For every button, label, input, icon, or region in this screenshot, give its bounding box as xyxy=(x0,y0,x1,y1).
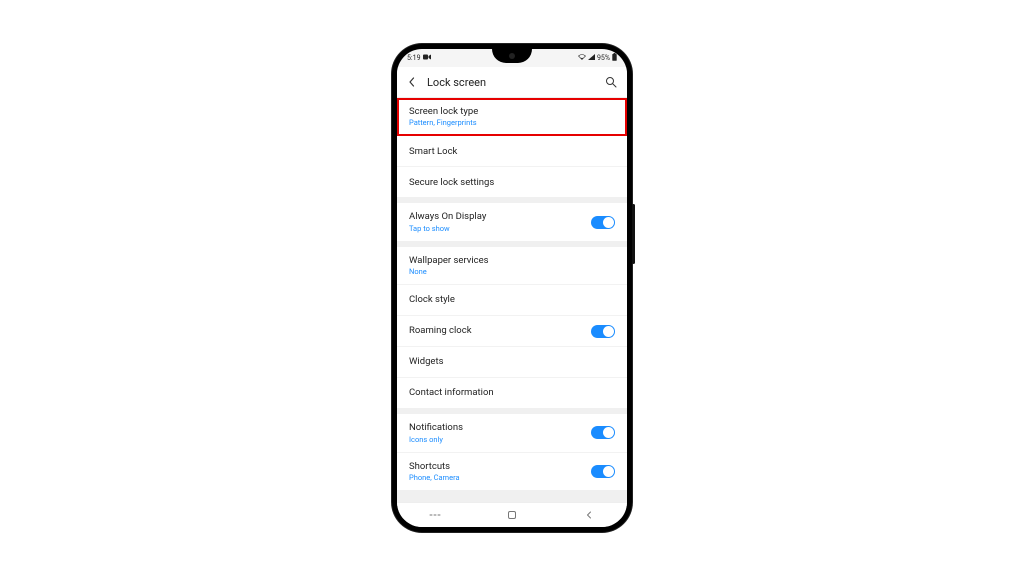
toggle-notifications[interactable] xyxy=(591,426,615,439)
group-display: Wallpaper services None Clock style Roam… xyxy=(397,247,627,408)
row-subtitle: Phone, Camera xyxy=(409,473,591,482)
row-title: Clock style xyxy=(409,294,615,305)
group-bottom: Notifications Icons only Shortcuts Phone… xyxy=(397,414,627,490)
row-title: Contact information xyxy=(409,387,615,398)
row-notifications[interactable]: Notifications Icons only xyxy=(397,414,627,452)
status-battery-pct: 95% xyxy=(597,54,610,62)
phone-frame: 5:19 95% xyxy=(392,44,632,532)
row-shortcuts[interactable]: Shortcuts Phone, Camera xyxy=(397,453,627,490)
row-secure-lock-settings[interactable]: Secure lock settings xyxy=(397,167,627,197)
stage: 5:19 95% xyxy=(0,0,1024,576)
wifi-icon xyxy=(578,54,586,62)
toggle-roaming-clock[interactable] xyxy=(591,325,615,338)
status-time: 5:19 xyxy=(407,54,421,62)
video-icon xyxy=(423,54,431,62)
row-title: Secure lock settings xyxy=(409,177,615,188)
row-title: Notifications xyxy=(409,422,591,433)
nav-back[interactable] xyxy=(574,510,604,520)
signal-icon xyxy=(588,54,595,62)
settings-list: Screen lock type Pattern, Fingerprints S… xyxy=(397,98,627,502)
row-title: Screen lock type xyxy=(409,106,615,117)
nav-home[interactable] xyxy=(497,509,527,521)
row-subtitle: Pattern, Fingerprints xyxy=(409,118,615,127)
row-title: Widgets xyxy=(409,356,615,367)
group-aod: Always On Display Tap to show xyxy=(397,203,627,240)
row-subtitle: Icons only xyxy=(409,435,591,444)
header-title: Lock screen xyxy=(427,76,595,89)
row-title: Smart Lock xyxy=(409,146,615,157)
row-clock-style[interactable]: Clock style xyxy=(397,285,627,316)
row-always-on-display[interactable]: Always On Display Tap to show xyxy=(397,203,627,240)
toggle-shortcuts[interactable] xyxy=(591,465,615,478)
row-smart-lock[interactable]: Smart Lock xyxy=(397,136,627,167)
row-subtitle: None xyxy=(409,267,615,276)
phone-screen: 5:19 95% xyxy=(397,49,627,527)
row-subtitle: Tap to show xyxy=(409,224,591,233)
row-title: Shortcuts xyxy=(409,461,591,472)
toggle-aod[interactable] xyxy=(591,216,615,229)
nav-recents[interactable] xyxy=(420,510,450,520)
row-title: Wallpaper services xyxy=(409,255,615,266)
row-screen-lock-type[interactable]: Screen lock type Pattern, Fingerprints xyxy=(397,98,627,136)
row-roaming-clock[interactable]: Roaming clock xyxy=(397,316,627,347)
row-wallpaper-services[interactable]: Wallpaper services None xyxy=(397,247,627,285)
back-icon[interactable] xyxy=(407,77,417,87)
battery-icon xyxy=(612,53,617,63)
system-navbar xyxy=(397,502,627,527)
row-contact-information[interactable]: Contact information xyxy=(397,378,627,408)
row-title: Roaming clock xyxy=(409,325,591,336)
row-widgets[interactable]: Widgets xyxy=(397,347,627,378)
search-icon[interactable] xyxy=(605,76,617,88)
group-lock: Screen lock type Pattern, Fingerprints S… xyxy=(397,98,627,197)
app-header: Lock screen xyxy=(397,67,627,98)
row-title: Always On Display xyxy=(409,211,591,222)
